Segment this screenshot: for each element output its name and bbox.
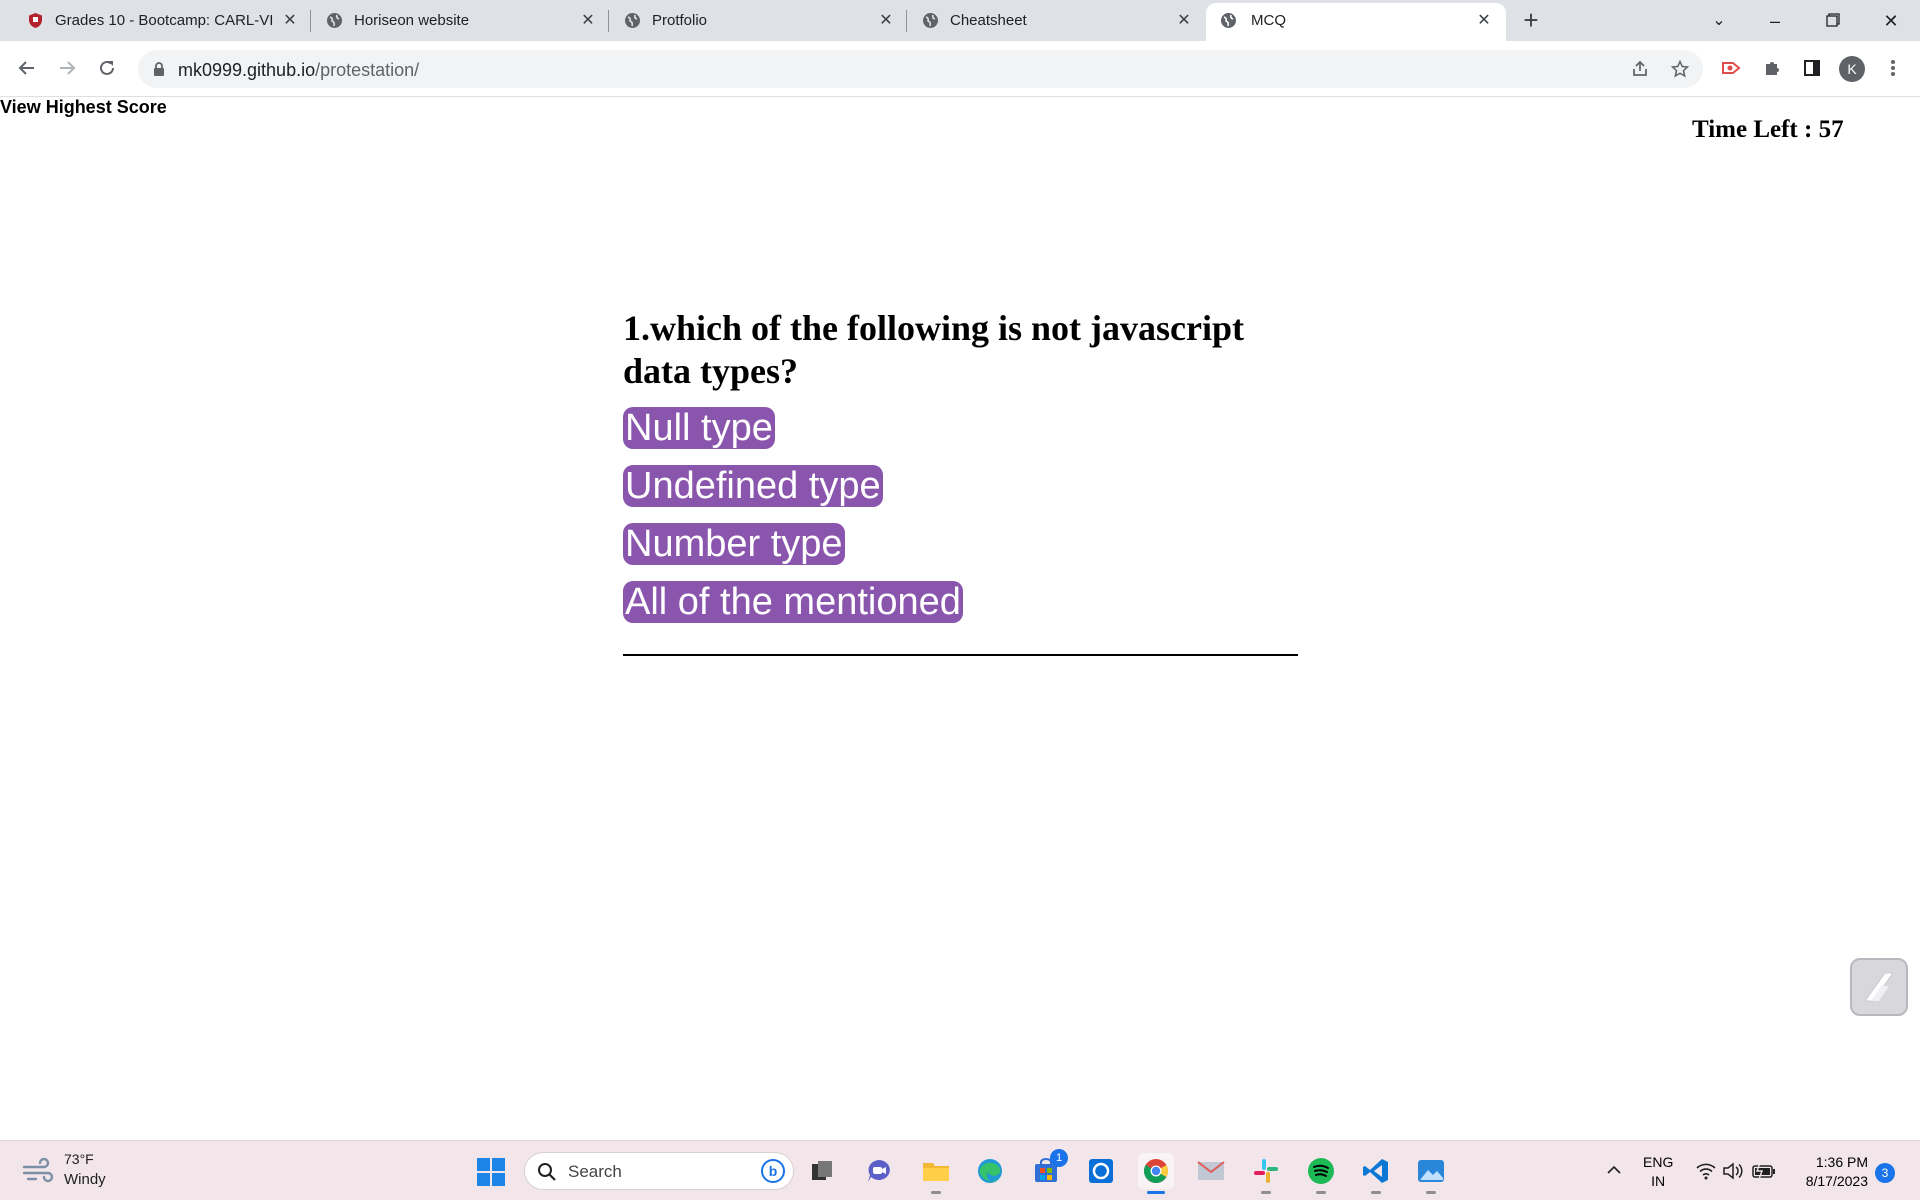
windows-taskbar: 73°F Windy Search b 1 ENG IN 1:36 PM 8/1… (0, 1140, 1920, 1200)
tab-cheatsheet[interactable]: Cheatsheet ✕ (895, 0, 1200, 41)
close-window-button[interactable]: ✕ (1876, 6, 1906, 36)
running-indicator (931, 1191, 941, 1194)
system-clock[interactable]: 1:36 PM 8/17/2023 (1796, 1153, 1868, 1191)
running-indicator (1316, 1191, 1326, 1194)
forward-arrow-icon (60, 61, 76, 75)
tab-portfolio[interactable]: Protfolio ✕ (597, 0, 902, 41)
back-arrow-icon (18, 61, 34, 75)
tab-search-chevron-icon[interactable]: ⌄ (1704, 6, 1734, 36)
windows-start-icon[interactable] (476, 1157, 506, 1187)
task-view-icon[interactable] (804, 1153, 840, 1189)
file-explorer-icon[interactable] (918, 1153, 954, 1194)
clock-time: 1:36 PM (1815, 1154, 1868, 1170)
tab-title: Cheatsheet (950, 12, 1027, 29)
answer-choices: Null type Undefined type Number type All… (623, 407, 1298, 623)
browser-toolbar: mk0999.github.io/protestation/ K (0, 41, 1920, 97)
running-indicator (1147, 1191, 1165, 1194)
store-badge: 1 (1050, 1149, 1068, 1167)
reload-icon (100, 60, 114, 75)
notification-badge[interactable]: 3 (1875, 1163, 1895, 1183)
running-indicator (1261, 1191, 1271, 1194)
mail-app-icon[interactable] (1193, 1153, 1229, 1189)
globe-icon (327, 13, 342, 28)
url-text: mk0999.github.io/protestation/ (178, 60, 419, 81)
tab-grades[interactable]: Grades 10 - Bootcamp: CARL-VIRT-FSF-PT-0… (0, 0, 305, 41)
edge-browser-icon[interactable] (972, 1153, 1008, 1189)
forward-button[interactable] (52, 53, 82, 83)
search-placeholder: Search (568, 1162, 622, 1181)
weather-temperature: 73°F (64, 1151, 94, 1167)
browser-tab-strip: Grades 10 - Bootcamp: CARL-VIRT-FSF-PT-0… (0, 0, 1920, 41)
tab-close-icon[interactable]: ✕ (280, 10, 300, 30)
volume-icon[interactable] (1722, 1162, 1744, 1180)
lock-icon (154, 62, 164, 76)
url-path: /protestation/ (315, 60, 420, 80)
microsoft-store-icon[interactable]: 1 (1028, 1149, 1068, 1189)
share-icon[interactable] (1625, 54, 1655, 84)
search-icon (538, 1163, 556, 1181)
back-button[interactable] (12, 53, 42, 83)
teams-chat-icon[interactable] (861, 1153, 897, 1189)
address-bar[interactable]: mk0999.github.io/protestation/ (138, 50, 1703, 88)
choice-button[interactable]: Null type (623, 407, 775, 449)
show-hidden-icons-chevron-icon[interactable] (1600, 1141, 1630, 1201)
chrome-browser-icon[interactable] (1138, 1153, 1174, 1194)
photos-app-icon[interactable] (1413, 1153, 1449, 1194)
time-left: Time Left : 57 (1692, 116, 1844, 143)
tab-mcq[interactable]: MCQ ✕ (1206, 3, 1506, 41)
choice-button[interactable]: Number type (623, 523, 845, 565)
restore-button[interactable] (1818, 6, 1848, 36)
tab-close-icon[interactable]: ✕ (578, 10, 598, 30)
tab-close-icon[interactable]: ✕ (876, 10, 896, 30)
quiz-card: 1.which of the following is not javascri… (623, 307, 1298, 639)
language-indicator[interactable]: ENG IN (1643, 1153, 1673, 1191)
extensions-puzzle-icon[interactable] (1757, 53, 1787, 83)
tab-close-icon[interactable]: ✕ (1474, 10, 1494, 30)
running-indicator (1371, 1191, 1381, 1194)
wifi-icon[interactable] (1696, 1162, 1716, 1180)
battery-icon[interactable] (1752, 1162, 1776, 1180)
slash-shortcut-icon (1864, 972, 1894, 1002)
side-panel-icon[interactable] (1797, 53, 1827, 83)
tab-close-icon[interactable]: ✕ (1174, 10, 1194, 30)
kebab-menu-icon[interactable] (1878, 53, 1908, 83)
reload-button[interactable] (92, 53, 122, 83)
minimize-button[interactable]: – (1760, 6, 1790, 36)
quiz-divider (623, 654, 1298, 656)
view-highscore-link[interactable]: View Highest Score (0, 97, 167, 118)
canvas-shield-icon (29, 13, 42, 28)
new-tab-button[interactable]: + (1518, 7, 1544, 34)
lang-line2: IN (1651, 1173, 1666, 1189)
url-host: mk0999.github.io (178, 60, 316, 80)
taskbar-search[interactable]: Search b (524, 1152, 794, 1190)
bing-icon[interactable]: b (761, 1159, 785, 1183)
windy-weather-icon[interactable] (22, 1157, 54, 1183)
globe-icon (625, 13, 640, 28)
weather-description: Windy (64, 1171, 106, 1188)
question-text: 1.which of the following is not javascri… (623, 308, 1244, 391)
choice-button[interactable]: All of the mentioned (623, 581, 963, 623)
clock-date: 8/17/2023 (1805, 1173, 1868, 1189)
globe-icon (923, 13, 938, 28)
tab-horiseon[interactable]: Horiseon website ✕ (299, 0, 604, 41)
spotify-icon[interactable] (1303, 1153, 1339, 1194)
globe-icon (1221, 13, 1236, 28)
choice-button[interactable]: Undefined type (623, 465, 883, 507)
restore-icon (1826, 13, 1840, 27)
slack-icon[interactable] (1248, 1153, 1284, 1194)
running-indicator (1426, 1191, 1436, 1194)
profile-avatar[interactable]: K (1839, 56, 1865, 82)
tab-title: Horiseon website (354, 12, 470, 29)
cortana-app-icon[interactable] (1083, 1153, 1119, 1189)
bookmark-star-icon[interactable] (1665, 54, 1695, 84)
screen-recorder-extension-icon[interactable] (1717, 53, 1747, 83)
page-content: View Highest Score Time Left : 57 1.whic… (0, 97, 1920, 1140)
tab-title: Protfolio (652, 12, 708, 29)
lang-line1: ENG (1643, 1154, 1674, 1170)
tab-title: Grades 10 - Bootcamp: CARL-VIRT-FSF-PT-0… (55, 12, 273, 29)
tab-title: MCQ (1251, 12, 1286, 29)
vscode-icon[interactable] (1358, 1153, 1394, 1194)
floating-action-button[interactable] (1850, 958, 1908, 1016)
